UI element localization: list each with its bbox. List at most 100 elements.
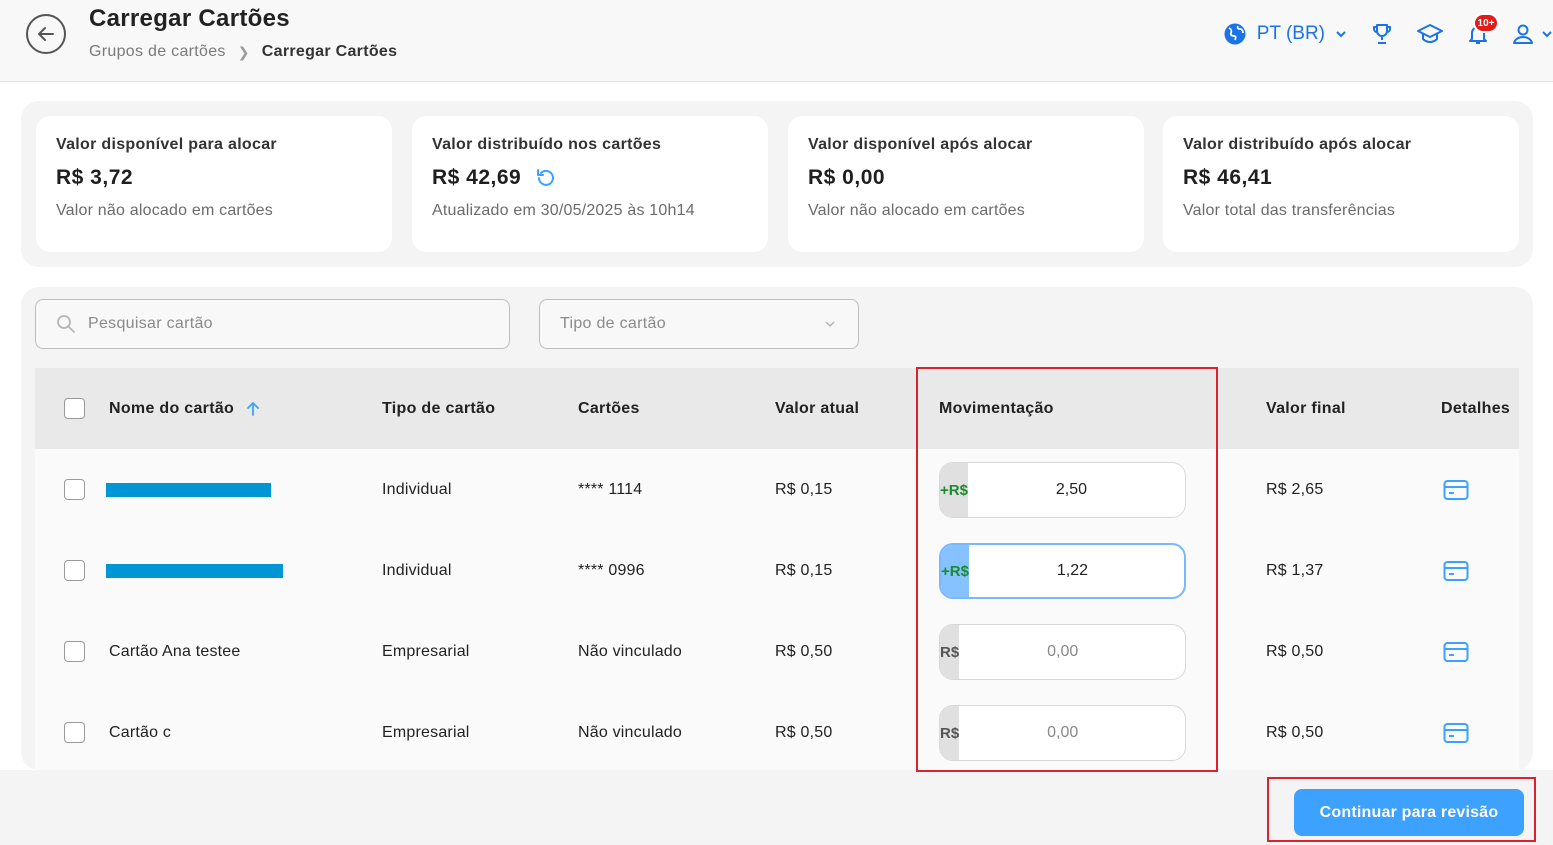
user-menu-button[interactable] xyxy=(1511,19,1553,49)
search-icon xyxy=(57,315,75,333)
card-value-text: R$ 3,72 xyxy=(56,166,134,189)
header-actions: PT (BR) 10+ xyxy=(1223,13,1553,50)
summary-panel: Valor disponível para alocar R$ 3,72 Val… xyxy=(21,101,1533,267)
card-value-text: R$ 0,00 xyxy=(808,166,886,189)
card-type-cell: Empresarial xyxy=(382,723,470,741)
card-name-cell xyxy=(106,530,283,611)
column-header-final-value: Valor final xyxy=(1266,399,1346,417)
redacted-card-name xyxy=(106,563,283,578)
column-header-movement: Movimentação xyxy=(939,399,1054,417)
card-value: R$ 3,72 xyxy=(56,166,372,190)
row-checkbox[interactable] xyxy=(64,479,85,500)
select-all-checkbox[interactable] xyxy=(64,398,85,419)
breadcrumb-current: Carregar Cartões xyxy=(261,43,398,60)
chevron-down-icon xyxy=(1542,31,1552,38)
row-select-cell xyxy=(64,692,85,770)
select-all-cell xyxy=(64,368,85,449)
card-label: Valor distribuído após alocar xyxy=(1183,136,1412,153)
breadcrumb-parent[interactable]: Grupos de cartões xyxy=(89,43,226,61)
details-cell xyxy=(1443,692,1469,770)
column-header-name[interactable]: Nome do cartão xyxy=(109,368,260,449)
card-details-icon[interactable] xyxy=(1443,641,1469,663)
movement-input[interactable] xyxy=(959,625,1185,679)
details-cell xyxy=(1443,449,1469,530)
movement-input[interactable] xyxy=(968,545,1184,597)
column-header-label: Nome do cartão xyxy=(109,399,235,417)
card-type-cell: Individual xyxy=(382,480,452,498)
card-subtitle: Valor não alocado em cartões xyxy=(808,202,1025,219)
current-value-cell: R$ 0,15 xyxy=(775,561,833,579)
summary-card-distributed-after: Valor distribuído após alocar R$ 46,41 V… xyxy=(1163,116,1519,252)
trophy-button[interactable] xyxy=(1367,19,1397,49)
search-input[interactable] xyxy=(88,315,468,333)
breadcrumb: Grupos de cartões ❯ Carregar Cartões xyxy=(89,43,397,61)
card-value-text: R$ 42,69 xyxy=(432,166,522,189)
details-cell xyxy=(1443,530,1469,611)
card-number-cell: Não vinculado xyxy=(578,642,682,660)
card-label: Valor disponível após alocar xyxy=(808,136,1033,153)
current-value-cell: R$ 0,50 xyxy=(775,642,833,660)
card-subtitle: Valor total das transferências xyxy=(1183,202,1396,219)
row-checkbox[interactable] xyxy=(64,560,85,581)
search-field[interactable] xyxy=(35,299,510,349)
card-type-cell: Individual xyxy=(382,561,452,579)
movement-field[interactable]: R$ xyxy=(939,624,1186,680)
table-body: Individual **** 1114 R$ 0,15 +R$ R$ 2,65… xyxy=(35,449,1519,770)
notifications-button[interactable]: 10+ xyxy=(1463,13,1499,49)
refresh-icon[interactable] xyxy=(535,167,557,189)
language-label: PT (BR) xyxy=(1256,23,1325,44)
card-number-cell: **** 0996 xyxy=(578,561,645,579)
continue-to-review-button[interactable]: Continuar para revisão xyxy=(1294,789,1524,836)
notification-badge: 10+ xyxy=(1473,13,1499,33)
movement-prefix: R$ xyxy=(940,625,960,679)
row-checkbox[interactable] xyxy=(64,641,85,662)
card-details-icon[interactable] xyxy=(1443,479,1469,501)
cards-table-panel: Tipo de cartão Nome do cartão Tipo de ca… xyxy=(21,287,1533,770)
column-header-type: Tipo de cartão xyxy=(382,399,496,417)
movement-prefix: +R$ xyxy=(941,545,969,597)
card-value: R$ 42,69 xyxy=(432,166,748,190)
movement-field[interactable]: +R$ xyxy=(939,462,1186,518)
language-selector[interactable]: PT (BR) xyxy=(1223,22,1347,46)
card-details-icon[interactable] xyxy=(1443,560,1469,582)
card-name-cell: Cartão c xyxy=(109,723,172,741)
final-value-cell: R$ 0,50 xyxy=(1266,723,1324,741)
chevron-down-icon xyxy=(1336,31,1346,38)
column-header-current-value: Valor atual xyxy=(775,399,860,417)
back-button[interactable] xyxy=(26,14,66,54)
card-type-select[interactable]: Tipo de cartão xyxy=(539,299,859,349)
column-header-cards: Cartões xyxy=(578,399,640,417)
user-icon xyxy=(1513,24,1533,44)
card-details-icon[interactable] xyxy=(1443,722,1469,744)
card-name-cell xyxy=(106,449,271,530)
redacted-card-name xyxy=(106,482,271,497)
card-number-cell: **** 1114 xyxy=(578,480,643,498)
row-select-cell xyxy=(64,449,85,530)
movement-field[interactable]: R$ xyxy=(939,705,1186,761)
card-subtitle: Valor não alocado em cartões xyxy=(56,202,273,219)
current-value-cell: R$ 0,15 xyxy=(775,480,833,498)
row-checkbox[interactable] xyxy=(64,722,85,743)
academy-button[interactable] xyxy=(1415,19,1445,49)
movement-field[interactable]: +R$ xyxy=(939,543,1186,599)
summary-card-available: Valor disponível para alocar R$ 3,72 Val… xyxy=(36,116,392,252)
card-number-cell: Não vinculado xyxy=(578,723,682,741)
page-title: Carregar Cartões xyxy=(89,5,290,32)
movement-input[interactable] xyxy=(959,706,1185,760)
card-label: Valor disponível para alocar xyxy=(56,136,277,153)
card-value: R$ 46,41 xyxy=(1183,166,1499,190)
table-row: Individual **** 0996 R$ 0,15 +R$ R$ 1,37 xyxy=(35,530,1519,611)
card-subtitle: Atualizado em 30/05/2025 às 10h14 xyxy=(432,202,695,219)
final-value-cell: R$ 0,50 xyxy=(1266,642,1324,660)
back-arrow-icon xyxy=(38,27,54,41)
movement-prefix: R$ xyxy=(940,706,960,760)
table-row: Cartão c Empresarial Não vinculado R$ 0,… xyxy=(35,692,1519,770)
movement-input[interactable] xyxy=(967,463,1185,517)
final-value-cell: R$ 1,37 xyxy=(1266,561,1324,579)
sort-up-icon[interactable] xyxy=(246,401,260,417)
table-header: Nome do cartão Tipo de cartão Cartões Va… xyxy=(35,368,1519,449)
chevron-down-icon xyxy=(825,321,835,328)
table-row: Cartão Ana testee Empresarial Não vincul… xyxy=(35,611,1519,692)
summary-card-distributed: Valor distribuído nos cartões R$ 42,69 A… xyxy=(412,116,768,252)
column-header-details: Detalhes xyxy=(1441,399,1511,417)
